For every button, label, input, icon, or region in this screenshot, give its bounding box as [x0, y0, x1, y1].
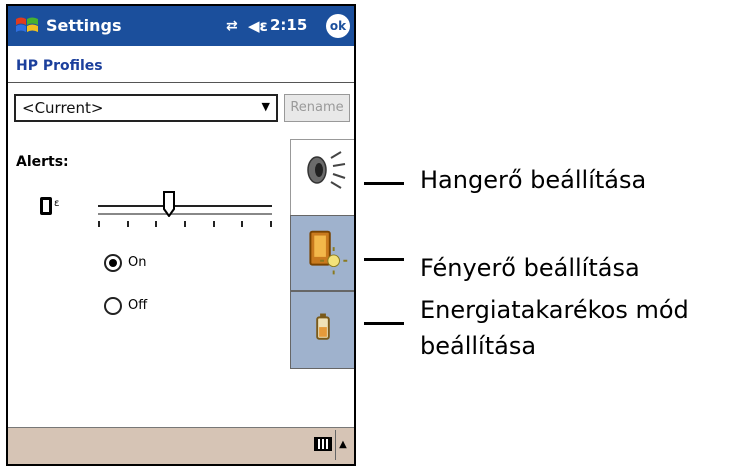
- slider-track[interactable]: [98, 205, 272, 215]
- tab-volume[interactable]: [290, 139, 354, 215]
- callout-line-power: [364, 322, 404, 325]
- callout-power: Energiatakarékos mód beállítása: [420, 292, 689, 364]
- alerts-label: Alerts:: [16, 154, 69, 170]
- callout-power-line2: beállítása: [420, 332, 537, 360]
- alerts-on-label: On: [128, 255, 147, 270]
- alerts-off-radio[interactable]: [104, 297, 122, 315]
- rename-button[interactable]: Rename: [284, 94, 350, 122]
- profile-dropdown-value: <Current>: [22, 99, 104, 117]
- alerts-off-label: Off: [128, 298, 148, 313]
- slider-tick: [155, 221, 158, 227]
- brightness-icon: [309, 230, 348, 275]
- clock[interactable]: 2:15: [270, 16, 307, 34]
- slider-tick: [184, 221, 186, 227]
- divider: [8, 82, 354, 83]
- slider-tick: [270, 221, 272, 227]
- speaker-status-icon[interactable]: ◀ε: [248, 17, 268, 35]
- input-menu-arrow-icon[interactable]: ▲: [335, 430, 350, 460]
- connectivity-icon[interactable]: ⇄: [226, 18, 238, 34]
- speaker-icon: [307, 151, 346, 189]
- tab-brightness[interactable]: [290, 215, 354, 291]
- slider-tick: [98, 221, 100, 227]
- tab-power[interactable]: [290, 291, 354, 369]
- device-screen: Settings ⇄ ◀ε 2:15 ok HP Profiles <Curre…: [6, 4, 356, 466]
- battery-icon: [316, 313, 330, 340]
- slider-tick: [212, 221, 215, 227]
- windows-start-icon[interactable]: [14, 14, 40, 38]
- profile-dropdown[interactable]: <Current> ▼: [14, 94, 278, 122]
- slider-tick: [241, 221, 244, 227]
- phone-icon: [40, 197, 52, 215]
- title-bar: Settings ⇄ ◀ε 2:15 ok: [8, 6, 354, 46]
- slider-tick: [126, 221, 129, 227]
- volume-slider[interactable]: [98, 191, 274, 229]
- page-title: HP Profiles: [16, 58, 103, 74]
- chevron-down-icon: ▼: [261, 100, 270, 113]
- callout-brightness: Fényerő beállítása: [420, 254, 640, 282]
- callout-line-brightness: [364, 258, 404, 261]
- callout-volume: Hangerő beállítása: [420, 166, 647, 194]
- keyboard-icon[interactable]: [314, 437, 332, 451]
- callout-power-line1: Energiatakarékos mód: [420, 296, 689, 324]
- callout-line-volume: [364, 182, 404, 185]
- alerts-on-radio[interactable]: [104, 254, 122, 272]
- app-title: Settings: [46, 16, 122, 35]
- ok-button[interactable]: ok: [326, 14, 350, 38]
- sound-wave-icon: ε: [54, 198, 60, 209]
- command-bar: ▲: [8, 427, 354, 464]
- slider-thumb[interactable]: [162, 191, 175, 217]
